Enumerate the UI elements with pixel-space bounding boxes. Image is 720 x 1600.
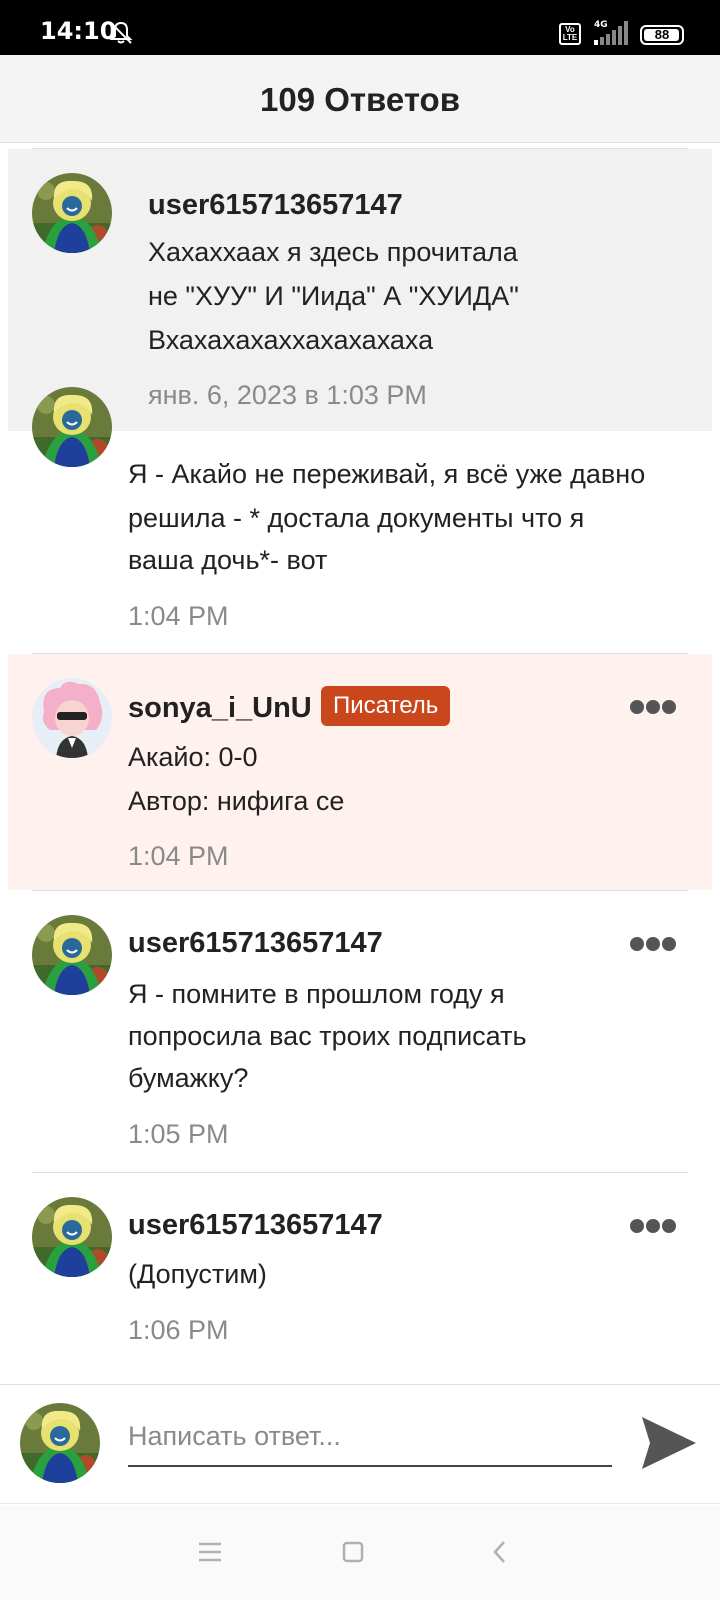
more-options-icon[interactable] bbox=[630, 700, 676, 714]
home-icon[interactable] bbox=[338, 1537, 368, 1567]
comment-timestamp: 1:06 PM bbox=[128, 1315, 229, 1345]
comment-text-line: Вхахахахаххахахахаха bbox=[148, 325, 434, 355]
signal-icon: 4G bbox=[594, 20, 628, 45]
comment-list[interactable]: user615713657147 Хахаххаах я здесь прочи… bbox=[0, 144, 720, 1384]
comment-text-line: не "ХУУ" И "Иида" А "ХУИДА" bbox=[148, 281, 519, 311]
avatar[interactable] bbox=[20, 1403, 100, 1483]
header-bar: 109 Ответов bbox=[0, 55, 720, 143]
comment-text-line: бумажку? bbox=[128, 1063, 249, 1093]
comment-username[interactable]: user615713657147 bbox=[148, 189, 403, 222]
comment-timestamp: 1:05 PM bbox=[128, 1119, 229, 1149]
menu-icon[interactable] bbox=[195, 1537, 225, 1567]
more-options-icon[interactable] bbox=[630, 937, 676, 951]
comment-username[interactable]: user615713657147 bbox=[128, 1209, 383, 1242]
comment-text-line: решила - * достала документы что я bbox=[128, 503, 585, 533]
send-icon[interactable] bbox=[640, 1415, 698, 1471]
more-options-icon[interactable] bbox=[630, 1219, 676, 1233]
svg-text:4G: 4G bbox=[594, 20, 608, 30]
system-nav-bar bbox=[0, 1505, 720, 1600]
comment-text-line: попросила вас троих подписать bbox=[128, 1021, 527, 1051]
bell-muted-icon bbox=[109, 21, 133, 44]
avatar[interactable] bbox=[32, 915, 112, 995]
battery-icon: 88 bbox=[640, 25, 684, 45]
comment-username[interactable]: user615713657147 bbox=[128, 927, 383, 960]
comment-reply[interactable]: user615713657147 Я - помните в прошлом г… bbox=[8, 891, 712, 1172]
status-time: 14:10 bbox=[40, 17, 117, 45]
battery-level: 88 bbox=[654, 27, 670, 42]
comment-text-line: Я - помните в прошлом году я bbox=[128, 979, 505, 1009]
comment-text-line: Я - Акайо не переживай, я всё уже давно bbox=[128, 459, 646, 489]
back-icon[interactable] bbox=[485, 1537, 515, 1567]
reply-input[interactable] bbox=[128, 1407, 612, 1467]
comment-reply[interactable]: user615713657147 (Допустим) 1:06 PM bbox=[8, 1173, 712, 1384]
page-title: 109 Ответов bbox=[260, 81, 460, 118]
comment-text-line: Автор: нифига се bbox=[128, 786, 345, 816]
avatar[interactable] bbox=[32, 173, 112, 253]
comment-text-line: Хахаххаах я здесь прочитала bbox=[148, 237, 518, 267]
reply-composer bbox=[0, 1384, 720, 1504]
avatar[interactable] bbox=[32, 1197, 112, 1277]
comment-timestamp: янв. 6, 2023 в 1:03 PM bbox=[148, 380, 427, 410]
status-bar: 14:10 Vo LTE 4G 88 bbox=[0, 0, 720, 55]
volte-icon: Vo LTE bbox=[559, 23, 581, 45]
avatar[interactable] bbox=[32, 387, 112, 467]
comment-text-line: (Допустим) bbox=[128, 1259, 267, 1289]
comment-username[interactable]: sonya_i_UnU bbox=[128, 692, 312, 725]
comment-timestamp: 1:04 PM bbox=[128, 841, 229, 871]
comment-parent[interactable]: user615713657147 Хахаххаах я здесь прочи… bbox=[8, 149, 712, 431]
comment-text-line: ваша дочь*- вот bbox=[128, 545, 328, 575]
comment-reply-writer[interactable]: sonya_i_UnU Писатель Акайо: 0-0 Автор: н… bbox=[8, 654, 712, 890]
comment-timestamp: 1:04 PM bbox=[128, 601, 229, 631]
comment-text-line: Акайо: 0-0 bbox=[128, 742, 258, 772]
avatar[interactable] bbox=[32, 678, 112, 758]
writer-badge: Писатель bbox=[321, 686, 451, 726]
comment-reply[interactable]: Я - Акайо не переживай, я всё уже давно … bbox=[8, 431, 712, 653]
